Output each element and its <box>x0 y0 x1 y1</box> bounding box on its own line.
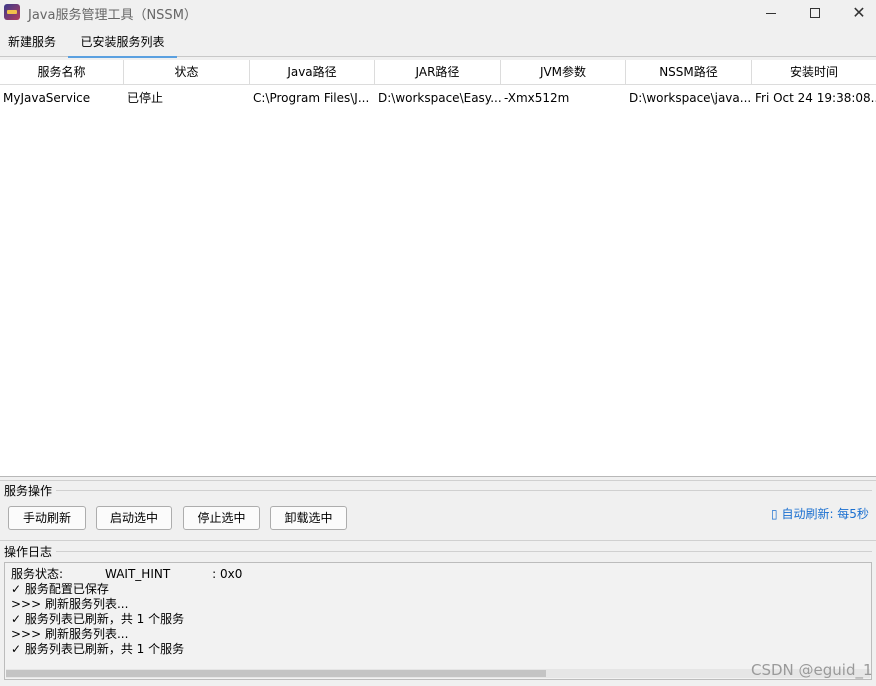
title-bar: Java服务管理工具（NSSM） ✕ <box>0 0 876 26</box>
maximize-icon <box>810 8 820 18</box>
cell-java-path: C:\Program Files\J... <box>253 91 370 105</box>
close-button[interactable]: ✕ <box>836 0 876 26</box>
stop-selected-button[interactable]: 停止选中 <box>183 506 260 530</box>
cell-service-name: MyJavaService <box>3 91 91 105</box>
table-row[interactable]: MyJavaService 已停止 C:\Program Files\J... … <box>0 86 876 110</box>
column-header-nssm-path[interactable]: NSSM路径 <box>626 60 752 85</box>
cell-jvm-args: -Xmx512m <box>504 91 570 105</box>
tab-installed-services[interactable]: 已安装服务列表 <box>68 33 177 58</box>
column-header-status[interactable]: 状态 <box>124 60 250 85</box>
column-header-name[interactable]: 服务名称 <box>0 60 124 85</box>
cell-nssm-path: D:\workspace\java... <box>629 91 752 105</box>
cell-jar-path: D:\workspace\Easy... <box>378 91 501 105</box>
auto-refresh-status: ▯ 自动刷新: 每5秒 <box>771 505 869 522</box>
table-header: 服务名称 状态 Java路径 JAR路径 JVM参数 NSSM路径 安装时间 <box>0 60 876 85</box>
tab-new-service[interactable]: 新建服务 <box>8 33 56 56</box>
column-header-java-path[interactable]: Java路径 <box>250 60 375 85</box>
groupbox-line <box>56 490 872 491</box>
horizontal-scrollbar[interactable] <box>6 669 870 678</box>
divider <box>0 540 876 541</box>
uninstall-selected-button[interactable]: 卸载选中 <box>270 506 347 530</box>
column-header-install-time[interactable]: 安装时间 <box>752 60 876 85</box>
cell-install-time: Fri Oct 24 19:38:08... <box>755 91 876 105</box>
app-icon <box>4 4 20 20</box>
start-selected-button[interactable]: 启动选中 <box>96 506 172 530</box>
minimize-button[interactable] <box>748 0 794 26</box>
log-line: ✓ 服务列表已刷新，共 1 个服务 <box>11 642 185 656</box>
log-textarea[interactable]: 服务状态: WAIT_HINT : 0x0 ✓ 服务配置已保存 >>> 刷新服务… <box>4 562 872 680</box>
tab-installed-services-label: 已安装服务列表 <box>80 35 165 49</box>
window-title: Java服务管理工具（NSSM） <box>28 8 197 23</box>
operations-section-label: 服务操作 <box>4 484 53 498</box>
log-section-label: 操作日志 <box>4 545 53 559</box>
auto-refresh-icon: ▯ <box>771 507 778 521</box>
services-table[interactable]: 服务名称 状态 Java路径 JAR路径 JVM参数 NSSM路径 安装时间 M… <box>0 60 876 477</box>
watermark: CSDN @eguid_1 <box>751 661 873 679</box>
active-tab-indicator <box>68 56 177 58</box>
minimize-icon <box>766 12 776 14</box>
divider <box>0 480 876 481</box>
close-icon: ✕ <box>852 3 866 22</box>
maximize-button[interactable] <box>792 0 838 26</box>
auto-refresh-label: 自动刷新: 每5秒 <box>781 507 869 521</box>
cell-status: 已停止 <box>127 91 164 105</box>
manual-refresh-button[interactable]: 手动刷新 <box>8 506 86 530</box>
tab-bar: 新建服务 已安装服务列表 <box>0 27 876 58</box>
column-header-jvm-args[interactable]: JVM参数 <box>501 60 626 85</box>
scrollbar-thumb[interactable] <box>6 670 546 677</box>
groupbox-line <box>56 551 872 552</box>
column-header-jar-path[interactable]: JAR路径 <box>375 60 501 85</box>
